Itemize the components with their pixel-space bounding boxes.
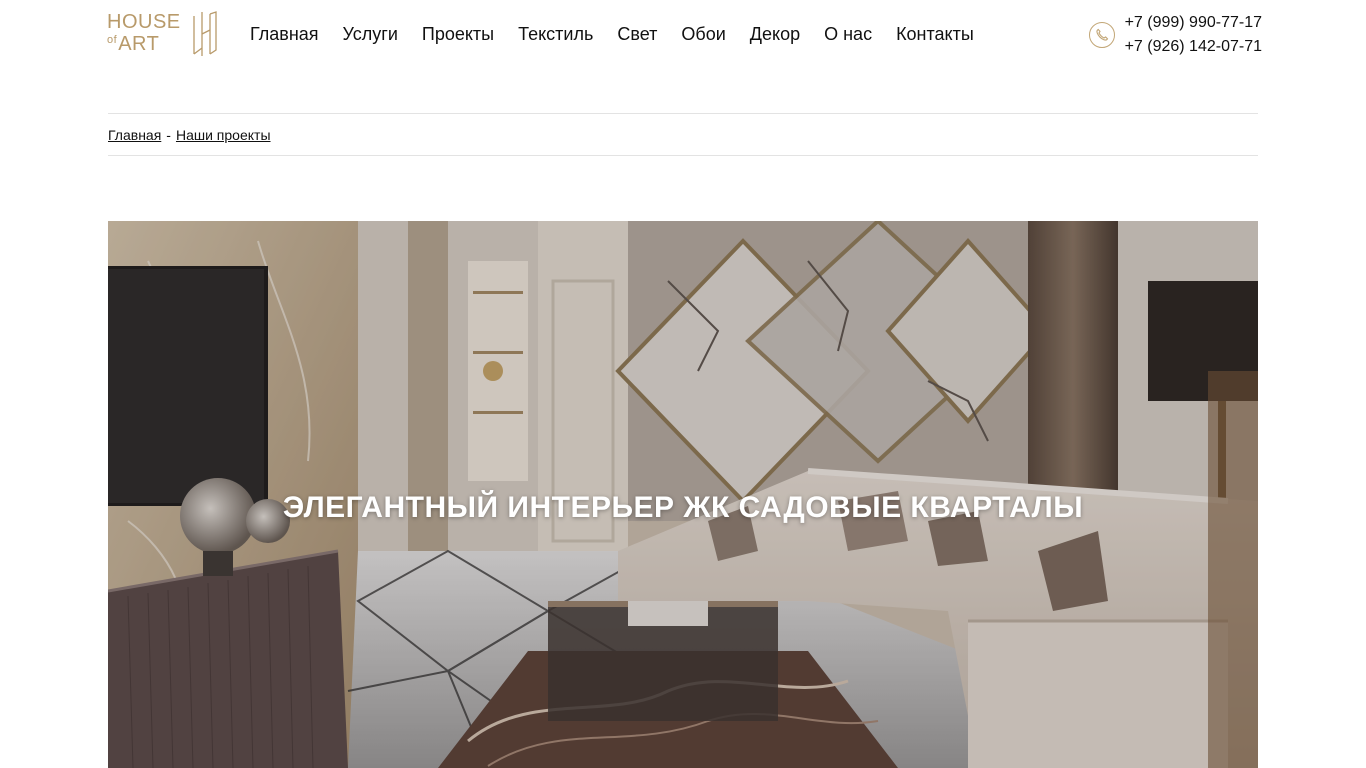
nav-item-services[interactable]: Услуги bbox=[343, 23, 398, 45]
logo-line-art: ofART bbox=[107, 34, 181, 54]
nav-item-home[interactable]: Главная bbox=[250, 23, 319, 45]
phone-list: +7 (999) 990-77-17 +7 (926) 142-07-71 bbox=[1125, 11, 1262, 59]
nav-item-wallpaper[interactable]: Обои bbox=[681, 23, 725, 45]
logo[interactable]: HOUSE ofART bbox=[107, 10, 219, 60]
phone-icon bbox=[1088, 22, 1115, 48]
header-contacts: +7 (999) 990-77-17 +7 (926) 142-07-71 bbox=[1088, 11, 1262, 59]
logo-wordmark: HOUSE ofART bbox=[107, 12, 181, 54]
nav-item-contacts[interactable]: Контакты bbox=[896, 23, 974, 45]
breadcrumb-home-link[interactable]: Главная bbox=[108, 127, 161, 143]
breadcrumb-current-link[interactable]: Наши проекты bbox=[176, 127, 271, 143]
breadcrumb-separator: - bbox=[166, 126, 171, 143]
phone-link-1[interactable]: +7 (999) 990-77-17 bbox=[1125, 11, 1262, 35]
main-nav: Главная Услуги Проекты Текстиль Свет Обо… bbox=[250, 23, 998, 45]
phone-link-2[interactable]: +7 (926) 142-07-71 bbox=[1125, 35, 1262, 59]
project-hero[interactable]: ЭЛЕГАНТНЫЙ ИНТЕРЬЕР ЖК САДОВЫЕ КВАРТАЛЫ bbox=[108, 221, 1258, 768]
nav-item-projects[interactable]: Проекты bbox=[422, 23, 494, 45]
nav-item-light[interactable]: Свет bbox=[617, 23, 657, 45]
nav-item-textile[interactable]: Текстиль bbox=[518, 23, 593, 45]
nav-item-decor[interactable]: Декор bbox=[750, 23, 800, 45]
site-header: HOUSE ofART Главная Услуги Проекты Текст… bbox=[0, 0, 1366, 70]
logo-monogram-icon bbox=[193, 11, 217, 56]
logo-line-house: HOUSE bbox=[107, 11, 181, 33]
nav-item-about[interactable]: О нас bbox=[824, 23, 872, 45]
breadcrumb: Главная - Наши проекты bbox=[108, 113, 1258, 156]
logo-of: of bbox=[107, 34, 118, 46]
project-title: ЭЛЕГАНТНЫЙ ИНТЕРЬЕР ЖК САДОВЫЕ КВАРТАЛЫ bbox=[282, 491, 1084, 524]
logo-art: ART bbox=[118, 33, 160, 55]
